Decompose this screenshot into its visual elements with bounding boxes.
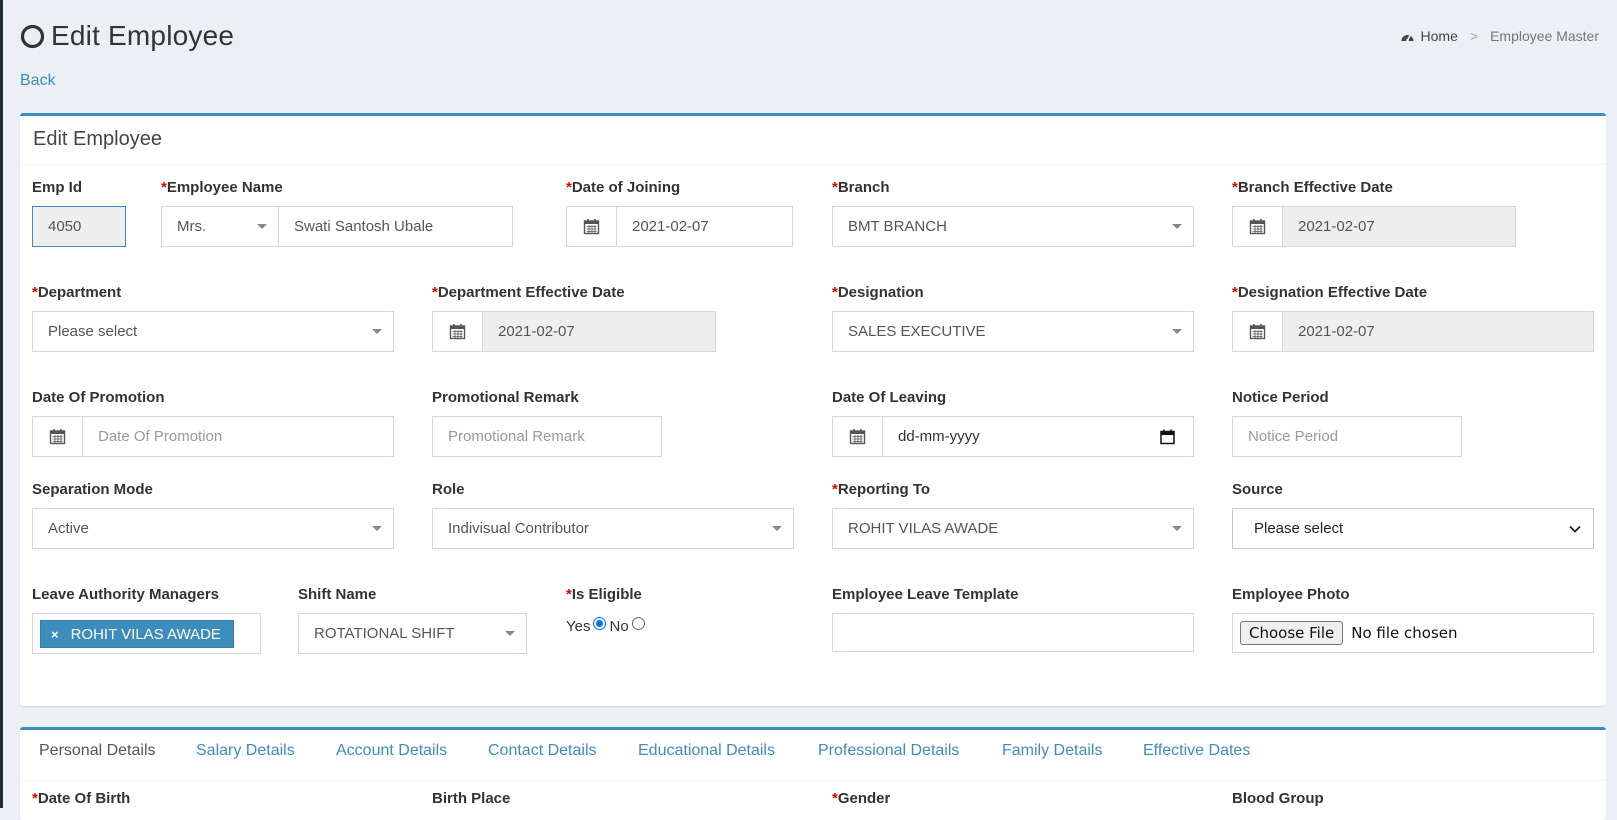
- chevron-down-icon: [1569, 525, 1581, 533]
- tab-family-details[interactable]: Family Details: [1002, 742, 1102, 760]
- branch-label: *Branch: [832, 179, 890, 196]
- tab-bar: Personal Details Salary Details Account …: [20, 730, 1606, 781]
- calendar-icon: [432, 311, 483, 352]
- page-header: Edit Employee: [20, 14, 234, 58]
- tab-contact-details[interactable]: Contact Details: [488, 742, 597, 760]
- date-of-promotion-label: Date Of Promotion: [32, 389, 165, 406]
- chevron-down-icon: [257, 224, 267, 229]
- chevron-down-icon: [1172, 224, 1182, 229]
- employee-name-label: *Employee Name: [161, 179, 283, 196]
- department-effective-date-input: 2021-02-07: [482, 311, 716, 352]
- shift-name-select[interactable]: ROTATIONAL SHIFT: [298, 613, 527, 654]
- file-status: No file chosen: [1351, 624, 1458, 642]
- no-option-label: No: [609, 618, 629, 635]
- calendar-icon: [832, 416, 883, 457]
- selected-manager-chip: × ROHIT VILAS AWADE: [40, 620, 234, 648]
- department-label: *Department: [32, 284, 122, 301]
- employee-photo-label: Employee Photo: [1232, 586, 1350, 603]
- edit-employee-panel: Edit Employee Emp Id 4050 *Employee Name…: [20, 113, 1606, 706]
- shift-name-label: Shift Name: [298, 586, 377, 603]
- tab-account-details[interactable]: Account Details: [336, 742, 447, 760]
- separation-mode-label: Separation Mode: [32, 481, 153, 498]
- employee-photo-input: Choose File No file chosen: [1232, 613, 1594, 653]
- blood-group-label: Blood Group: [1232, 790, 1324, 807]
- designation-select[interactable]: SALES EXECUTIVE: [832, 311, 1194, 352]
- employee-leave-template-input[interactable]: [832, 613, 1194, 652]
- date-of-joining-input[interactable]: 2021-02-07: [616, 206, 793, 247]
- branch-select[interactable]: BMT BRANCH: [832, 206, 1194, 247]
- salutation-select[interactable]: Mrs.: [161, 206, 279, 247]
- back-link[interactable]: Back: [20, 72, 56, 90]
- date-of-leaving-label: Date Of Leaving: [832, 389, 947, 406]
- date-of-promotion-input[interactable]: Date Of Promotion: [82, 416, 394, 457]
- designation-effective-date-input: 2021-02-07: [1282, 311, 1594, 352]
- date-of-leaving-input[interactable]: dd-mm-yyyy: [882, 416, 1194, 457]
- breadcrumb-home-link[interactable]: Home: [1421, 28, 1458, 44]
- chevron-down-icon: [372, 329, 382, 334]
- chevron-down-icon: [1172, 526, 1182, 531]
- source-label: Source: [1232, 481, 1283, 498]
- dashboard-icon: [1401, 34, 1414, 41]
- branch-effective-date-label: *Branch Effective Date: [1232, 179, 1393, 196]
- gender-label: *Gender: [832, 790, 891, 807]
- yes-radio[interactable]: [593, 617, 607, 630]
- chevron-down-icon: [505, 631, 515, 636]
- designation-effective-date-label: *Designation Effective Date: [1232, 284, 1428, 301]
- panel-title: Edit Employee: [33, 128, 162, 150]
- employee-name-input[interactable]: Swati Santosh Ubale: [278, 206, 513, 247]
- tab-salary-details[interactable]: Salary Details: [196, 742, 295, 760]
- date-of-joining-label: *Date of Joining: [566, 179, 681, 196]
- notice-period-input[interactable]: Notice Period: [1232, 416, 1462, 457]
- tab-effective-dates[interactable]: Effective Dates: [1143, 742, 1250, 760]
- leave-authority-managers-label: Leave Authority Managers: [32, 586, 219, 603]
- reporting-to-select[interactable]: ROHIT VILAS AWADE: [832, 508, 1194, 549]
- emp-id-label: Emp Id: [32, 179, 83, 196]
- promotional-remark-label: Promotional Remark: [432, 389, 579, 406]
- page-title: Edit Employee: [51, 20, 235, 51]
- designation-label: *Designation: [832, 284, 924, 301]
- leave-authority-managers-multiselect[interactable]: × ROHIT VILAS AWADE: [32, 613, 261, 654]
- calendar-icon: [566, 206, 617, 247]
- chevron-down-icon: [772, 526, 782, 531]
- department-select[interactable]: Please select: [32, 311, 394, 352]
- calendar-icon: [1232, 206, 1283, 247]
- calendar-icon: [32, 416, 83, 457]
- is-eligible-radio-group: Yes No: [566, 617, 648, 635]
- panel-divider: [20, 164, 1606, 165]
- employee-leave-template-label: Employee Leave Template: [832, 586, 1019, 603]
- birth-place-label: Birth Place: [432, 790, 511, 807]
- calendar-picker-icon[interactable]: [1160, 429, 1175, 445]
- role-select[interactable]: Indivisual Contributor: [432, 508, 794, 549]
- role-label: Role: [432, 481, 465, 498]
- tab-personal-details[interactable]: Personal Details: [39, 742, 156, 760]
- breadcrumb: Home > Employee Master: [1400, 28, 1599, 44]
- breadcrumb-current: Employee Master: [1490, 28, 1599, 44]
- is-eligible-label: *Is Eligible: [566, 586, 642, 603]
- chevron-down-icon: [1172, 329, 1182, 334]
- circle-icon: [20, 24, 45, 48]
- details-tabs-panel: Personal Details Salary Details Account …: [20, 727, 1606, 820]
- promotional-remark-input[interactable]: Promotional Remark: [432, 416, 662, 457]
- no-radio[interactable]: [631, 617, 645, 630]
- tab-educational-details[interactable]: Educational Details: [638, 742, 775, 760]
- date-of-birth-label: *Date Of Birth: [32, 790, 131, 807]
- separation-mode-select[interactable]: Active: [32, 508, 394, 549]
- emp-id-input: 4050: [32, 206, 126, 247]
- sidebar-edge: [0, 0, 3, 808]
- yes-option-label: Yes: [566, 618, 591, 635]
- remove-chip-icon[interactable]: ×: [51, 627, 59, 642]
- tab-professional-details[interactable]: Professional Details: [818, 742, 959, 760]
- breadcrumb-separator: >: [1469, 28, 1479, 44]
- choose-file-button[interactable]: Choose File: [1240, 621, 1344, 645]
- notice-period-label: Notice Period: [1232, 389, 1329, 406]
- chevron-down-icon: [372, 526, 382, 531]
- reporting-to-label: *Reporting To: [832, 481, 931, 498]
- branch-effective-date-input: 2021-02-07: [1282, 206, 1516, 247]
- source-select[interactable]: Please select: [1232, 508, 1594, 549]
- department-effective-date-label: *Department Effective Date: [432, 284, 625, 301]
- calendar-icon: [1232, 311, 1283, 352]
